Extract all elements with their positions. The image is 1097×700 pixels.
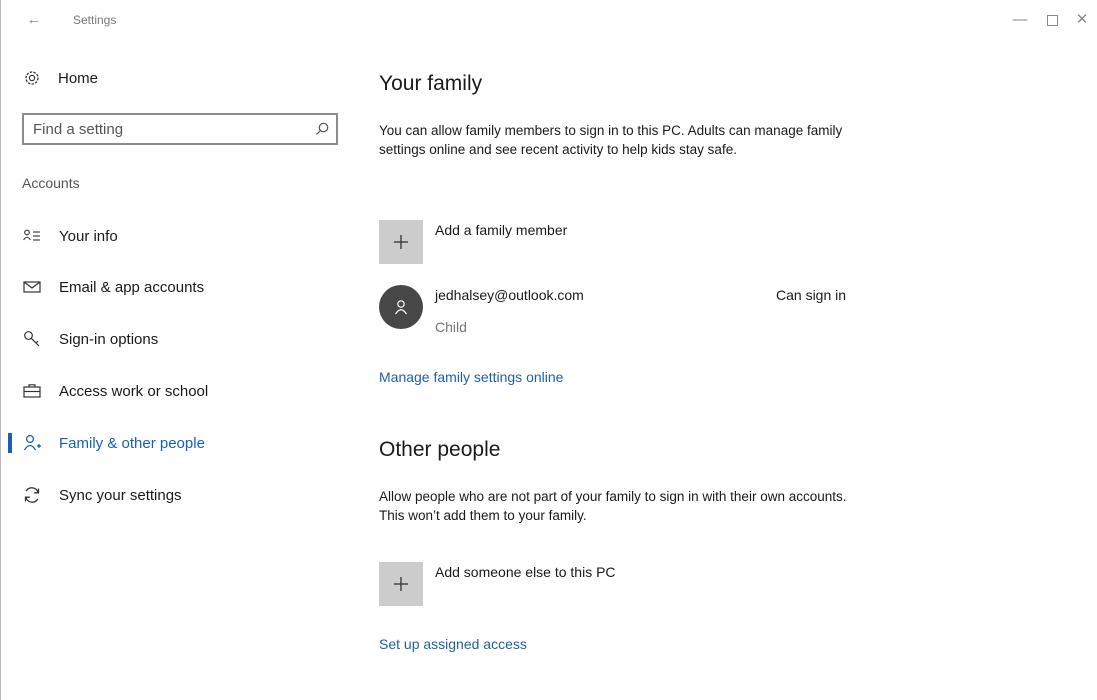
sidebar-item-email[interactable]: Email & app accounts — [0, 270, 340, 304]
member-email: jedhalsey@outlook.com — [435, 287, 584, 303]
add-someone-label: Add someone else to this PC — [435, 564, 616, 580]
sidebar-item-label: Email & app accounts — [59, 278, 205, 296]
title-bar: ← Settings — ✕ — [0, 0, 1097, 40]
home-nav-item[interactable]: Home — [22, 64, 98, 92]
other-people-heading: Other people — [379, 438, 501, 461]
family-description: You can allow family members to sign in … — [379, 123, 843, 157]
sidebar-item-sync[interactable]: Sync your settings — [0, 478, 340, 512]
sidebar-item-sign-in[interactable]: Sign-in options — [0, 322, 340, 356]
other-people-description: Allow people who are not part of your fa… — [379, 489, 847, 523]
your-family-heading: Your family — [379, 72, 483, 95]
plus-icon — [379, 562, 423, 606]
family-member-row[interactable]: jedhalsey@outlook.com Child Can sign in — [379, 282, 879, 342]
maximize-icon — [1046, 14, 1058, 26]
manage-family-link[interactable]: Manage family settings online — [379, 369, 563, 385]
maximize-button[interactable] — [1037, 8, 1067, 32]
section-label: Accounts — [22, 175, 80, 191]
sidebar-item-label: Your info — [59, 227, 118, 245]
minimize-button[interactable]: — — [1005, 8, 1035, 32]
search-icon[interactable] — [314, 121, 330, 137]
assigned-access-link[interactable]: Set up assigned access — [379, 636, 527, 652]
sidebar-item-label: Access work or school — [59, 382, 209, 400]
avatar — [379, 285, 423, 329]
gear-icon — [22, 68, 42, 88]
member-status: Can sign in — [776, 287, 847, 303]
active-indicator — [8, 433, 12, 453]
person-list-icon — [22, 226, 42, 246]
member-role: Child — [435, 319, 467, 335]
briefcase-icon — [22, 381, 42, 401]
sidebar-item-family[interactable]: Family & other people — [0, 426, 340, 460]
add-family-member-label: Add a family member — [435, 222, 568, 238]
app-title: Settings — [73, 13, 117, 27]
sidebar-item-your-info[interactable]: Your info — [0, 219, 340, 253]
add-someone-button[interactable]: Add someone else to this PC — [379, 562, 679, 606]
key-icon — [22, 329, 42, 349]
sidebar-item-label: Sign-in options — [59, 330, 159, 348]
search-input[interactable] — [24, 115, 294, 143]
sidebar-item-label: Sync your settings — [59, 486, 182, 504]
plus-icon — [379, 220, 423, 264]
sidebar-item-work-school[interactable]: Access work or school — [0, 374, 340, 408]
sidebar-item-label: Family & other people — [59, 434, 205, 452]
add-family-member-button[interactable]: Add a family member — [379, 220, 629, 264]
search-box[interactable] — [22, 113, 338, 145]
add-person-icon — [22, 433, 42, 453]
home-label: Home — [58, 69, 99, 87]
close-button[interactable]: ✕ — [1067, 8, 1097, 32]
back-arrow-icon[interactable]: ← — [22, 8, 46, 32]
mail-icon — [22, 277, 42, 297]
sync-icon — [22, 485, 42, 505]
